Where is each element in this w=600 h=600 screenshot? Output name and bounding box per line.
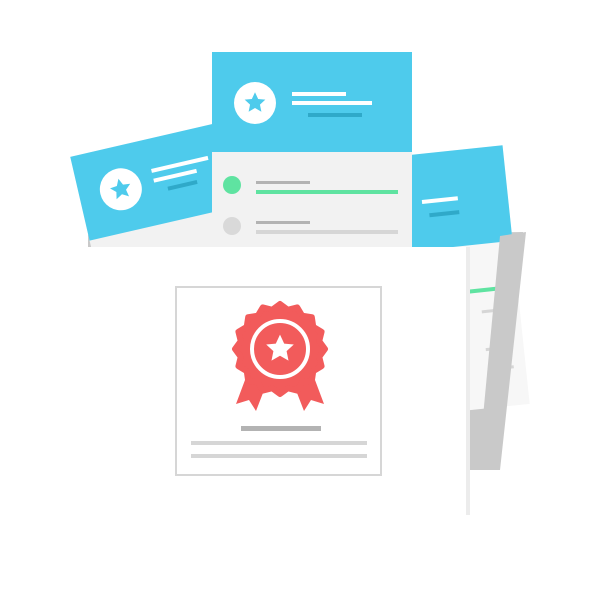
grey-dot-icon [223,217,241,235]
award-ribbon-icon [232,301,328,411]
certificate [175,286,382,476]
illustration-stage [0,0,600,600]
card-center-header-line [292,92,346,96]
folder-front-shadow [466,247,470,515]
list-item-accent-line [256,190,398,194]
certificate-text-line [191,454,367,458]
card-center-header-line [308,113,362,117]
certificate-text-line [191,441,367,445]
green-dot-icon [223,176,241,194]
list-item-line [256,230,398,234]
list-item-label-line [256,181,310,184]
certificate-title-line [241,426,321,431]
documents-folder-illustration [70,52,530,515]
list-item-label-line [256,221,310,224]
card-center-header-line [292,101,372,105]
